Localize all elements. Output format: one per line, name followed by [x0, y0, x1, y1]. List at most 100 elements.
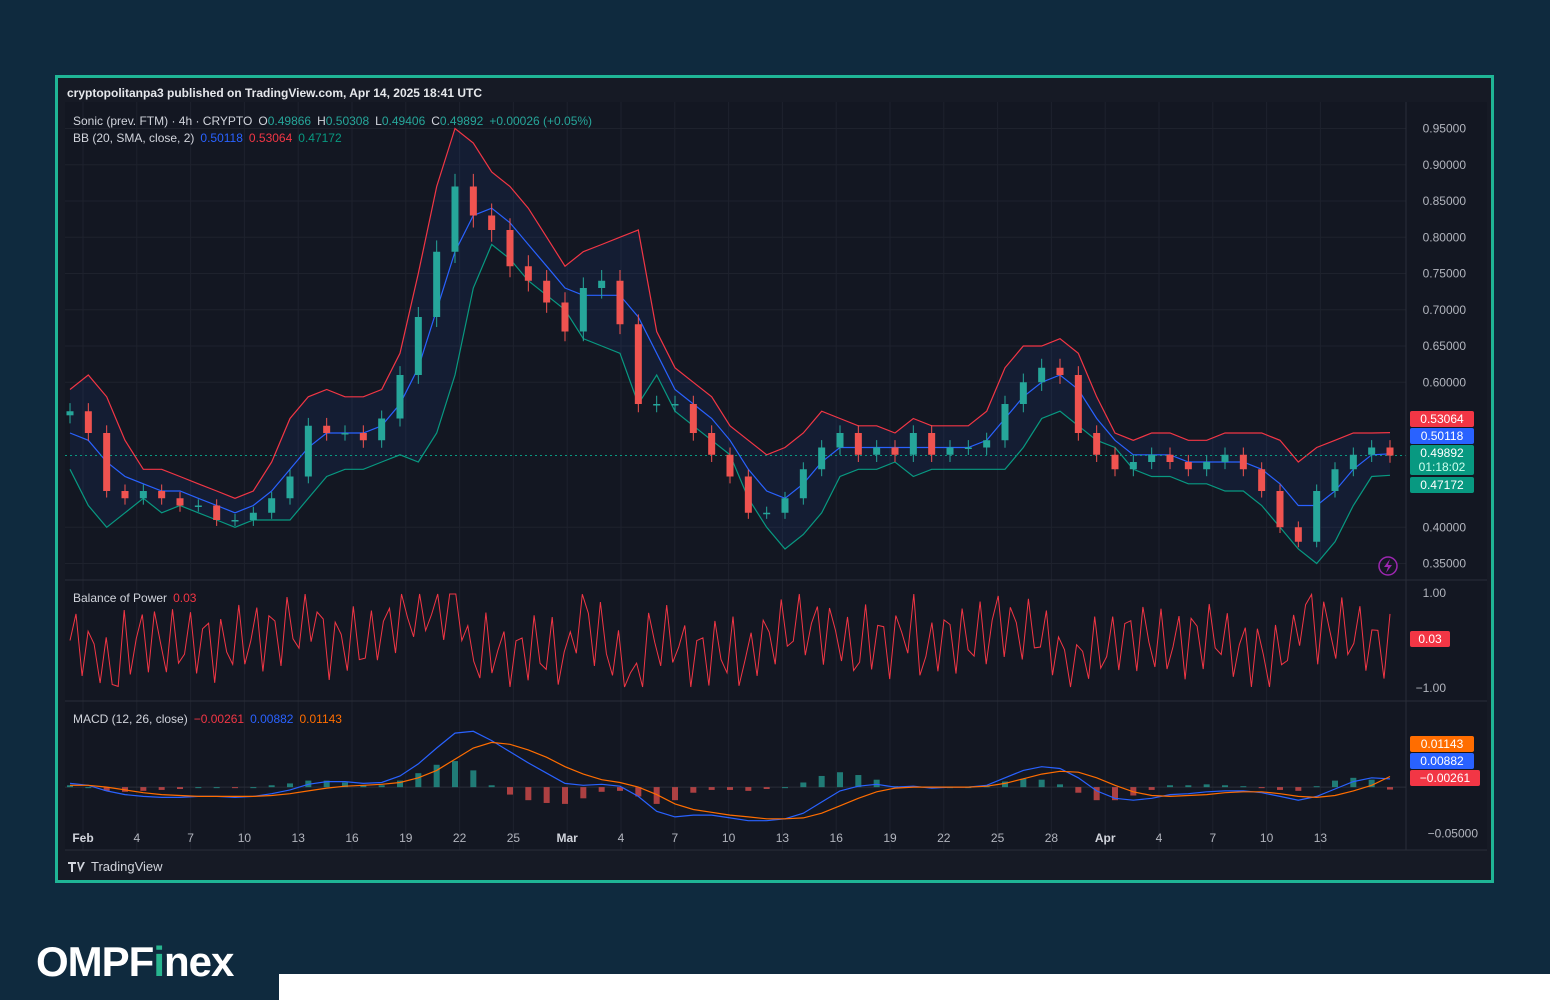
time-tick-label: 19: [883, 831, 897, 845]
candle-body: [616, 280, 624, 325]
candle-body: [139, 491, 147, 499]
macd-histogram-bar: [177, 787, 183, 789]
candle-body: [598, 280, 606, 288]
macd-histogram-bar: [562, 787, 568, 804]
candle-body: [103, 433, 111, 491]
candle-body: [249, 512, 257, 520]
time-tick-label: Feb: [72, 831, 93, 845]
price-tick-label: 0.35000: [1423, 557, 1467, 571]
price-tick-label: 0.60000: [1423, 375, 1467, 389]
time-tick-label: 25: [991, 831, 1005, 845]
candle-body: [1258, 469, 1266, 491]
macd-histogram-bar: [213, 787, 220, 789]
time-tick-label: 16: [345, 831, 359, 845]
candle-body: [1331, 469, 1339, 491]
time-tick-label: 7: [1209, 831, 1216, 845]
macd-histogram-bar: [782, 787, 788, 789]
candle-body: [928, 433, 936, 455]
candle-body: [1313, 491, 1321, 542]
candle-body: [1093, 433, 1101, 455]
macd-histogram-bar: [250, 787, 257, 789]
price-tick-label: 0.65000: [1423, 339, 1467, 353]
candle-body: [286, 476, 294, 499]
brand-logo: OMPFinex: [36, 938, 234, 985]
price-tick-label: 0.80000: [1423, 230, 1467, 244]
candle-body: [506, 230, 514, 267]
price-tick-label: 0.85000: [1423, 194, 1467, 208]
basis-badge-text: 0.50118: [1421, 429, 1464, 443]
lower-band-badge-text: 0.47172: [1420, 478, 1464, 492]
macd-histogram-bar: [1222, 785, 1228, 788]
candle-body: [1111, 454, 1119, 470]
candle-body: [1184, 462, 1192, 470]
time-tick-label: 22: [453, 831, 467, 845]
candle-body: [1386, 447, 1394, 456]
macd-histogram-bar: [415, 773, 422, 788]
macd-histogram-bar: [1185, 785, 1192, 788]
candle-body: [158, 491, 166, 499]
symbol-legend: Sonic (prev. FTM) · 4h · CRYPTO O0.49866 H…: [73, 114, 592, 128]
macd-badge-text: 0.00882: [1420, 754, 1464, 768]
macd-histogram-bar: [1167, 785, 1173, 788]
candle-body: [579, 288, 587, 332]
candle-body: [1368, 447, 1376, 455]
macd-histogram-bar: [1277, 787, 1283, 790]
chart-frame: cryptopolitanpa3 published on TradingVie…: [55, 75, 1494, 883]
footer-white-bar: [279, 974, 1550, 1000]
candle-body: [983, 440, 991, 448]
macd-histogram-bar: [708, 787, 715, 790]
macd-histogram-bar: [1387, 787, 1393, 790]
time-tick-label: 16: [830, 831, 844, 845]
candle-body: [836, 433, 844, 448]
time-tick-label: 10: [722, 831, 736, 845]
candle-body: [1294, 527, 1302, 542]
macd-histogram-bar: [433, 764, 440, 788]
macd-histogram-bar: [598, 787, 605, 792]
macd-legend: MACD (12, 26, close) −0.00261 0.00882 0.011…: [73, 712, 342, 726]
time-tick-label: 7: [671, 831, 678, 845]
candle-body: [414, 317, 422, 375]
price-chart-svg[interactable]: Sonic (prev. FTM) · 4h · CRYPTO O0.49866 H…: [58, 78, 1491, 878]
bop-tick-label: 1.00: [1423, 586, 1447, 600]
macd-histogram-bar: [158, 787, 165, 790]
macd-histogram-bar: [287, 783, 293, 788]
candle-body: [84, 411, 92, 433]
macd-histogram-bar: [378, 785, 385, 788]
candle-body: [909, 433, 917, 455]
time-tick-label: 10: [1260, 831, 1274, 845]
macd-histogram-bar: [1075, 787, 1082, 793]
macd-tick-label: −0.05000: [1428, 827, 1479, 841]
candle-body: [1074, 375, 1082, 433]
signal-badge-text: 0.01143: [1421, 737, 1464, 751]
candle-body: [873, 447, 881, 455]
candle-body: [359, 433, 367, 441]
macd-histogram-bar: [470, 770, 477, 788]
candle-body: [524, 266, 532, 281]
macd-histogram-bar: [580, 787, 587, 799]
candle-body: [396, 375, 404, 419]
candle-body: [744, 476, 752, 513]
macd-histogram-bar: [507, 787, 513, 795]
candle-body: [891, 447, 899, 455]
candle-body: [304, 425, 312, 477]
time-tick-label: 7: [187, 831, 194, 845]
candle-body: [213, 505, 221, 520]
price-tick-label: 0.75000: [1423, 267, 1467, 281]
candle-body: [469, 186, 477, 216]
candle-body: [1166, 454, 1174, 462]
candle-body: [268, 498, 276, 513]
candle-body: [1129, 462, 1137, 470]
price-tick-label: 0.40000: [1423, 520, 1467, 534]
macd-histogram-bar: [85, 787, 92, 789]
time-tick-label: 10: [238, 831, 252, 845]
time-tick-label: 13: [292, 831, 306, 845]
price-tick-label: 0.70000: [1423, 303, 1467, 317]
candle-body: [341, 433, 349, 435]
time-tick-label: 4: [618, 831, 625, 845]
macd-histogram-bar: [1057, 784, 1063, 788]
macd-histogram-bar: [452, 761, 458, 788]
candle-body: [378, 418, 386, 441]
time-tick-label: 22: [937, 831, 951, 845]
candle-body: [323, 425, 331, 433]
candle-body: [121, 491, 129, 499]
